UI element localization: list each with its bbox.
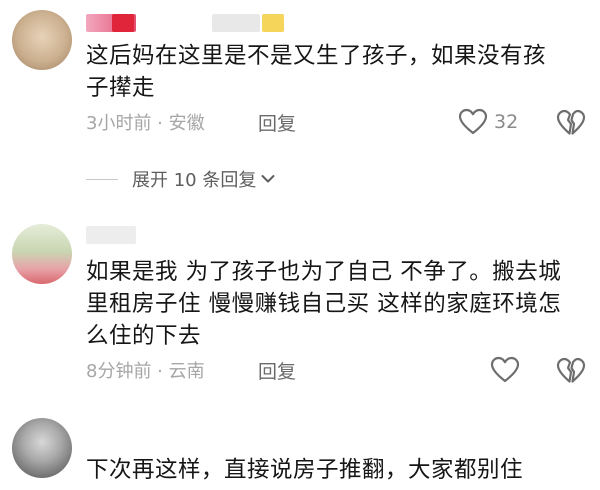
like-count: 32: [494, 111, 519, 133]
expand-replies-label: 展开 10 条回复: [132, 170, 257, 191]
like-button[interactable]: [490, 356, 526, 384]
like-button[interactable]: 32: [458, 108, 518, 136]
heart-icon: [458, 108, 488, 135]
expand-divider-line: [86, 178, 118, 180]
avatar[interactable]: [12, 418, 72, 478]
meta-separator: ·: [151, 361, 169, 382]
comment-text: 下次再这样，直接说房子推翻，大家都别住: [86, 457, 524, 483]
broken-heart-icon: [556, 357, 586, 383]
comment-text: 如果是我 为了孩子也为了自己 不争了。搬去城里租房子住 慢慢赚钱自己买 这样的家…: [86, 259, 562, 349]
reply-button[interactable]: 回复: [258, 360, 296, 384]
username-blurred[interactable]: [86, 226, 136, 244]
dislike-button[interactable]: [556, 109, 586, 141]
comment-location: 安徽: [168, 113, 205, 134]
comment-meta: 3小时前 · 安徽: [86, 112, 205, 136]
chevron-down-icon: [261, 175, 275, 183]
reply-button[interactable]: 回复: [258, 112, 296, 136]
username-badge-blurred: [112, 14, 134, 32]
comment-text: 这后妈在这里是不是又生了孩子，如果没有孩子撵走: [86, 43, 547, 101]
comment-meta: 8分钟前 · 云南: [86, 360, 205, 384]
comment-time: 3小时前: [86, 113, 152, 134]
dislike-button[interactable]: [556, 357, 586, 389]
username-blurred-2: [212, 14, 260, 32]
comment-time: 8分钟前: [86, 361, 152, 382]
heart-icon: [490, 356, 520, 383]
username-badge-yellow: [262, 14, 284, 32]
avatar[interactable]: [12, 10, 72, 70]
broken-heart-icon: [556, 109, 586, 135]
expand-replies-button[interactable]: 展开 10 条回复: [86, 166, 276, 192]
meta-separator: ·: [151, 113, 169, 134]
comment-location: 云南: [168, 361, 205, 382]
avatar[interactable]: [12, 224, 72, 284]
